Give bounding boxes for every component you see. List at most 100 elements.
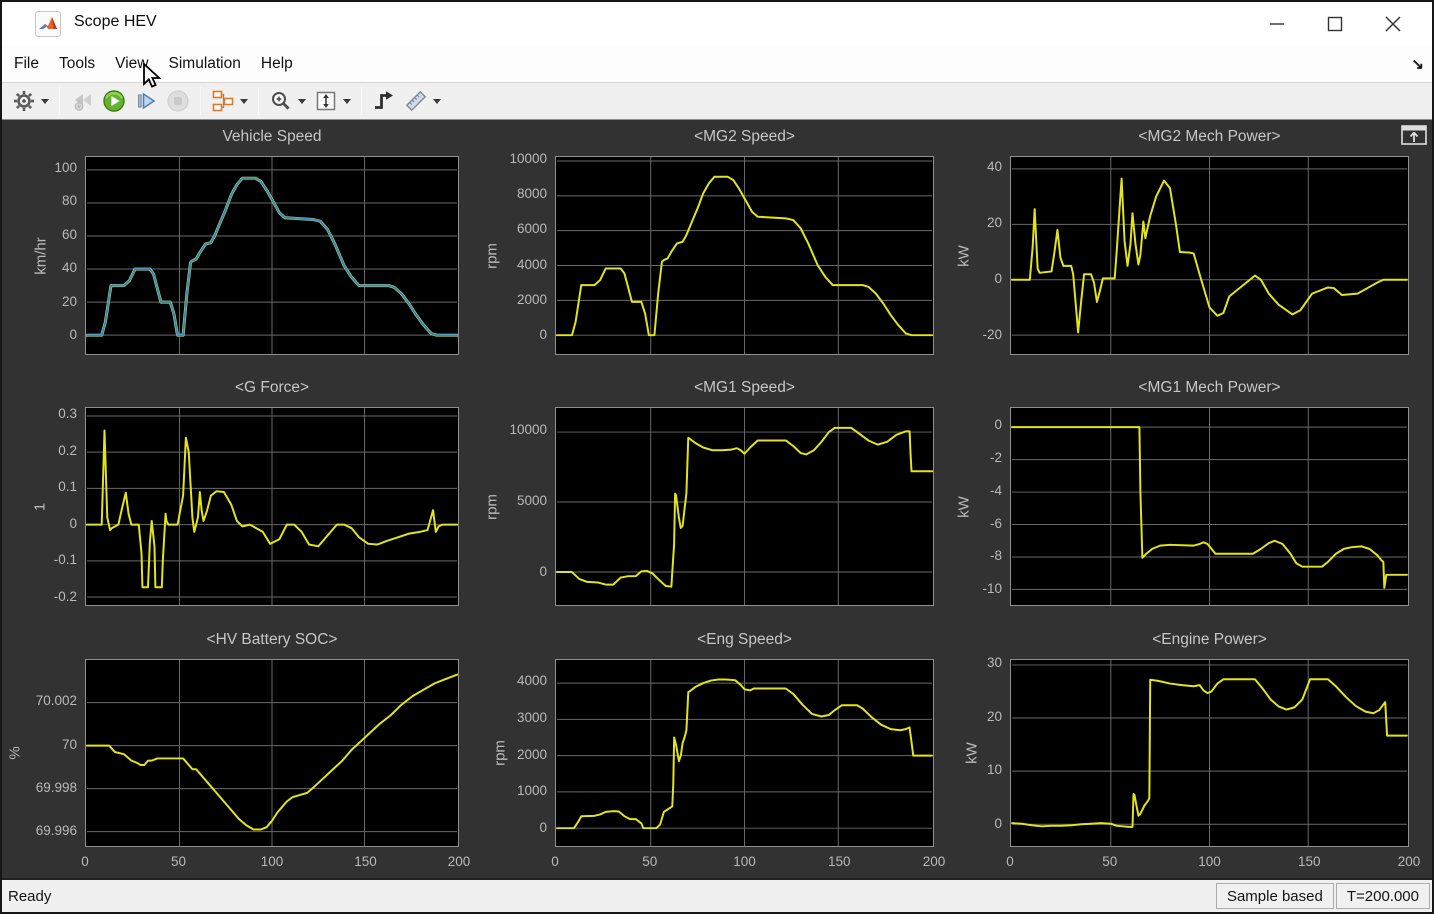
step-back-button[interactable] <box>66 86 98 116</box>
close-button[interactable] <box>1364 5 1422 43</box>
y-tick-label: 100 <box>54 160 77 176</box>
y-tick-label: 2000 <box>516 291 547 307</box>
y-axis-label-mg1-mech-power: kW <box>955 495 973 518</box>
panel-title-mg2-mech-power: <MG2 Mech Power> <box>1138 128 1281 145</box>
toolbar <box>2 82 1432 120</box>
panel-title-hv-battery-soc: <HV Battery SOC> <box>206 631 338 648</box>
y-tick-label: 30 <box>986 654 1002 670</box>
stop-icon <box>166 89 190 113</box>
y-tick-label: 10 <box>986 762 1002 778</box>
y-tick-label: 69.996 <box>35 823 77 839</box>
run-icon <box>102 89 126 113</box>
y-tick-label: 5000 <box>516 492 547 508</box>
measurements-button[interactable] <box>400 86 445 116</box>
plot-canvas: Vehicle Speed km/hr 0 20 40 60 80 100 <MG2 Speed… <box>2 120 1432 880</box>
toolbar-separator <box>59 87 60 115</box>
y-axis-label-g-force: 1 <box>31 502 49 511</box>
y-tick-label: -20 <box>982 326 1002 342</box>
menu-item-simulation[interactable]: Simulation <box>159 49 251 79</box>
x-tick-label: 200 <box>1397 854 1421 869</box>
dropdown-caret-icon[interactable] <box>433 98 441 104</box>
dropdown-caret-icon[interactable] <box>298 98 306 104</box>
mouse-cursor-icon <box>142 61 166 94</box>
menu-dock-arrow-icon[interactable]: ↘ <box>1411 55 1424 73</box>
minimize-button[interactable] <box>1248 5 1306 43</box>
y-tick-label: 1000 <box>516 783 547 799</box>
axes-g-force <box>85 407 459 606</box>
y-tick-label: 70.002 <box>35 693 77 709</box>
run-button[interactable] <box>98 86 130 116</box>
zoom-button[interactable] <box>265 86 310 116</box>
x-tick-label: 200 <box>447 854 471 869</box>
zoom-in-icon <box>269 89 293 113</box>
axes-mg1-mech-power <box>1010 407 1409 606</box>
fit-to-view-button[interactable] <box>310 86 355 116</box>
y-tick-label: 20 <box>61 293 77 309</box>
y-tick-label: 0 <box>994 815 1002 831</box>
fit-to-view-icon <box>314 89 338 113</box>
y-tick-label: 3000 <box>516 709 547 725</box>
y-tick-label: 40 <box>986 159 1002 175</box>
dropdown-caret-icon[interactable] <box>343 98 351 104</box>
x-tick-label: 100 <box>260 854 284 869</box>
x-tick-label: 200 <box>922 854 946 869</box>
minimize-icon <box>1270 23 1284 25</box>
simulink-button[interactable] <box>207 86 252 116</box>
y-tick-label: 0.2 <box>58 442 77 458</box>
panel-title-mg2-speed: <MG2 Speed> <box>694 128 795 145</box>
stop-button[interactable] <box>162 86 194 116</box>
toolbar-separator <box>200 87 201 115</box>
dropdown-caret-icon[interactable] <box>41 98 49 104</box>
y-tick-label: 0 <box>539 819 547 835</box>
y-tick-label: -0.1 <box>53 552 77 568</box>
menu-item-file[interactable]: File <box>4 49 49 79</box>
status-mode-panel: Sample based <box>1215 883 1334 909</box>
y-tick-label: -4 <box>989 482 1002 498</box>
gear-icon <box>12 89 36 113</box>
y-tick-label: 10000 <box>509 422 547 438</box>
x-tick-label: 0 <box>551 854 559 869</box>
y-tick-label: -10 <box>982 581 1002 597</box>
y-tick-label: 80 <box>61 193 77 209</box>
y-tick-label: 40 <box>61 260 77 276</box>
y-tick-label: -8 <box>989 548 1002 564</box>
x-tick-label: 150 <box>827 854 851 869</box>
maximize-button[interactable] <box>1306 5 1364 43</box>
axes-vehicle-speed <box>85 156 459 355</box>
scope-window: Scope HEV File Tools View Simulation Help ↘ <box>0 0 1434 914</box>
menu-item-help[interactable]: Help <box>251 49 303 79</box>
panel-title-engine-power: <Engine Power> <box>1152 631 1267 648</box>
y-axis-label-engine-power: kW <box>963 742 981 764</box>
y-tick-label: 0.1 <box>58 479 77 495</box>
y-axis-label-mg2-mech-power: kW <box>955 244 973 267</box>
axes-hv-battery-soc <box>85 659 459 847</box>
maximize-icon <box>1327 16 1343 32</box>
simulink-icon <box>211 89 235 113</box>
axes-mg1-speed <box>555 407 934 606</box>
step-back-icon <box>70 89 94 113</box>
menu-bar: File Tools View Simulation Help ↘ <box>2 46 1432 82</box>
panel-title-mg1-mech-power: <MG1 Mech Power> <box>1138 379 1281 396</box>
menu-item-tools[interactable]: Tools <box>49 49 105 79</box>
y-tick-label: -0.2 <box>53 588 77 604</box>
axes-mg2-speed <box>555 156 934 355</box>
panel-title-mg1-speed: <MG1 Speed> <box>694 379 795 396</box>
matlab-logo-icon <box>35 11 61 37</box>
window-controls <box>1248 2 1422 46</box>
y-tick-label: -6 <box>989 515 1002 531</box>
panel-title-g-force: <G Force> <box>234 379 310 396</box>
y-tick-label: 0.3 <box>58 406 77 422</box>
y-tick-label: 0 <box>69 515 77 531</box>
status-ready-text: Ready <box>8 887 52 905</box>
x-tick-label: 0 <box>81 854 89 869</box>
title-bar: Scope HEV <box>2 2 1432 46</box>
y-tick-label: 0 <box>539 563 547 579</box>
dropdown-caret-icon[interactable] <box>240 98 248 104</box>
y-tick-label: 2000 <box>516 746 547 762</box>
trigger-button[interactable] <box>368 86 400 116</box>
y-tick-label: 4000 <box>516 673 547 689</box>
y-tick-label: 20 <box>986 215 1002 230</box>
y-tick-label: 10000 <box>509 151 547 167</box>
settings-button[interactable] <box>8 86 53 116</box>
y-tick-label: 4000 <box>516 256 547 272</box>
